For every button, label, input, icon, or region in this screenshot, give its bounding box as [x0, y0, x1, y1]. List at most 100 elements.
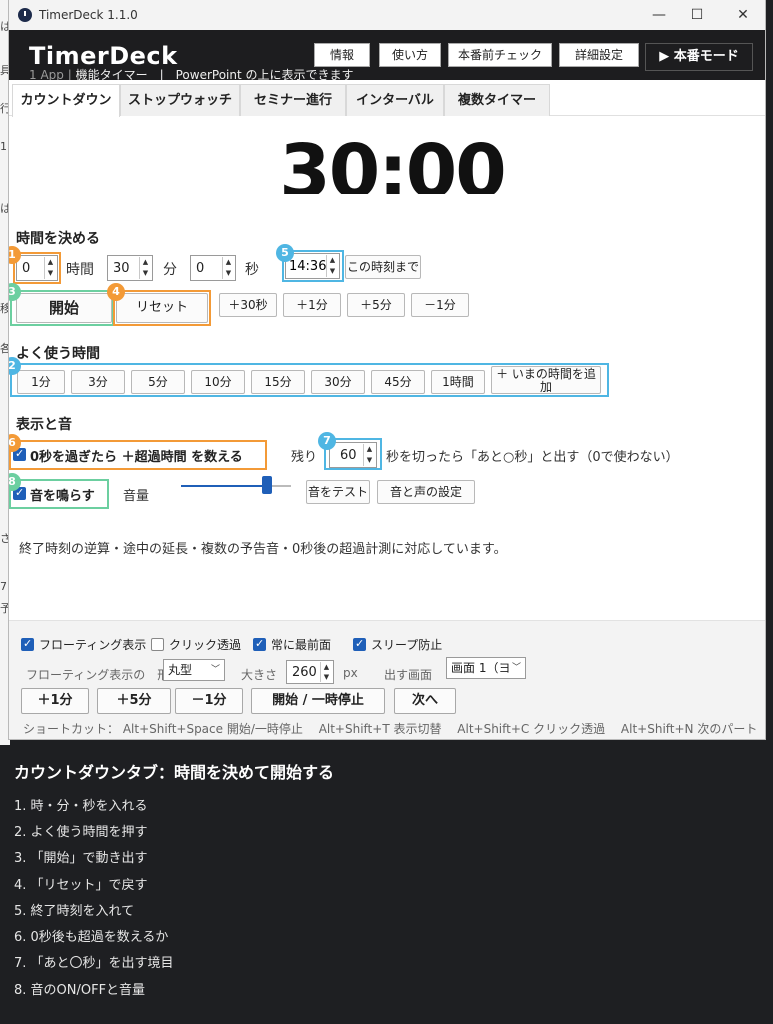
- spinner-arrows-icon[interactable]: ▲ ▼: [326, 255, 338, 277]
- preset-3min-button[interactable]: 3分: [71, 370, 125, 394]
- caption-item: 5. 終了時刻を入れて: [14, 904, 135, 919]
- hours-label: 時間: [66, 262, 94, 278]
- until-time-button[interactable]: この時刻まで: [345, 255, 421, 279]
- preset-45min-button[interactable]: 45分: [371, 370, 425, 394]
- screen-select[interactable]: 画面 1（ヨ ﹀: [446, 657, 526, 679]
- minus-1min-button[interactable]: －1分: [411, 293, 469, 317]
- floating-add-5min-button[interactable]: ＋5分: [97, 688, 171, 714]
- preset-1min-button[interactable]: 1分: [17, 370, 65, 394]
- spinner-arrows-icon[interactable]: ▲ ▼: [320, 662, 332, 682]
- tab-seminar[interactable]: セミナー進行: [240, 84, 346, 116]
- shortcut-hints: ショートカット： Alt+Shift+Space 開始/一時停止 Alt+Shi…: [23, 722, 758, 736]
- floating-checkbox[interactable]: [21, 637, 34, 651]
- click-through-checkbox[interactable]: [151, 638, 164, 651]
- seconds-input[interactable]: 0 ▲ ▼: [190, 255, 236, 281]
- volume-slider-track[interactable]: [181, 485, 291, 487]
- start-pause-button[interactable]: 開始 / 一時停止: [251, 688, 385, 714]
- remaining-description: 秒を切ったら「あと○秒」と出す（0で使わない）: [386, 450, 679, 465]
- floating-add-1min-button[interactable]: ＋1分: [21, 688, 89, 714]
- add-current-time-button[interactable]: ＋ いまの時間を追加: [491, 366, 601, 394]
- shape-label: フローティング表示の 形: [26, 668, 170, 682]
- chevron-down-icon: ﹀: [210, 665, 220, 675]
- screen-label: 出す画面: [384, 668, 433, 682]
- sound-settings-button[interactable]: 音と声の設定: [377, 480, 475, 504]
- volume-slider-thumb[interactable]: [261, 476, 272, 494]
- minutes-value: 30: [113, 261, 130, 276]
- seconds-value: 0: [196, 261, 205, 276]
- caption-item: 6. 0秒後も超過を数えるか: [14, 930, 169, 945]
- minimize-button[interactable]: —: [639, 4, 679, 26]
- presets-heading: よく使う時間: [16, 346, 100, 362]
- remaining-label: 残り: [291, 450, 318, 465]
- add-1min-button[interactable]: ＋1分: [283, 293, 341, 317]
- settings-button[interactable]: 詳細設定: [559, 43, 639, 67]
- callout-badge-4: 4: [107, 283, 125, 301]
- preset-5min-button[interactable]: 5分: [131, 370, 185, 394]
- add-5min-button[interactable]: ＋5分: [347, 293, 405, 317]
- always-on-top-checkbox[interactable]: [253, 637, 266, 651]
- volume-label: 音量: [123, 489, 150, 504]
- preset-30min-button[interactable]: 30分: [311, 370, 365, 394]
- live-mode-button[interactable]: ▶ 本番モード: [645, 43, 753, 71]
- hours-input[interactable]: 0 ▲ ▼: [16, 255, 58, 281]
- callout-badge-7: 7: [318, 432, 336, 450]
- app-window: TimerDeck 1.1.0 — ☐ ✕ TimerDeck 1 App | …: [8, 0, 766, 740]
- prevent-sleep-checkbox[interactable]: [353, 637, 366, 651]
- size-value: 260: [292, 665, 317, 680]
- window-title: TimerDeck 1.1.0: [39, 8, 138, 22]
- caption-panel: カウントダウンタブ：時間を決めて開始する 1. 時・分・秒を入れる 2. よく使…: [0, 745, 773, 1024]
- caption-item: 8. 音のON/OFFと音量: [14, 983, 146, 998]
- title-bar: TimerDeck 1.1.0 — ☐ ✕: [9, 0, 765, 30]
- spinner-arrows-icon[interactable]: ▲ ▼: [139, 257, 151, 279]
- reset-button[interactable]: リセット: [116, 293, 208, 323]
- size-label: 大きさ: [241, 668, 278, 682]
- howto-button[interactable]: 使い方: [379, 43, 441, 67]
- minutes-label: 分: [163, 262, 177, 278]
- preset-15min-button[interactable]: 15分: [251, 370, 305, 394]
- maximize-button[interactable]: ☐: [677, 4, 717, 26]
- remaining-value: 60: [340, 448, 357, 463]
- spinner-arrows-icon[interactable]: ▲ ▼: [44, 257, 56, 279]
- tab-interval[interactable]: インターバル: [346, 84, 444, 116]
- minutes-input[interactable]: 30 ▲ ▼: [107, 255, 153, 281]
- always-on-top-label: 常に最前面: [271, 638, 332, 652]
- tab-multi-timer[interactable]: 複数タイマー: [444, 84, 550, 116]
- screen-value: 画面 1（ヨ: [451, 661, 511, 675]
- click-through-label: クリック透過: [169, 638, 242, 652]
- tab-stopwatch[interactable]: ストップウォッチ: [120, 84, 240, 116]
- shape-select[interactable]: 丸型 ﹀: [163, 659, 225, 681]
- caption-item: 3. 「開始」で動き出す: [14, 851, 148, 866]
- precheck-button[interactable]: 本番前チェック: [448, 43, 552, 67]
- close-button[interactable]: ✕: [723, 4, 763, 26]
- floating-settings-panel: フローティング表示 クリック透過 常に最前面 スリープ防止 フローティング表示の…: [9, 620, 765, 739]
- size-input[interactable]: 260 ▲ ▼: [286, 660, 334, 684]
- timer-display: 30:00: [279, 130, 507, 194]
- sound-label: 音を鳴らす: [30, 489, 95, 504]
- caption-item: 7. 「あと〇秒」を出す境目: [14, 956, 174, 971]
- volume-slider-fill: [181, 485, 267, 487]
- end-time-value: 14:36: [289, 259, 327, 274]
- prevent-sleep-label: スリープ防止: [371, 638, 443, 652]
- end-time-input[interactable]: 14:36 ▲ ▼: [285, 253, 340, 279]
- floating-minus-1min-button[interactable]: －1分: [175, 688, 243, 714]
- remaining-seconds-input[interactable]: 60 ▲ ▼: [329, 442, 377, 468]
- add-30s-button[interactable]: ＋30秒: [219, 293, 277, 317]
- spinner-arrows-icon[interactable]: ▲ ▼: [222, 257, 234, 279]
- test-sound-button[interactable]: 音をテスト: [306, 480, 370, 504]
- background-text: 7: [0, 580, 7, 593]
- tab-countdown[interactable]: カウントダウン: [12, 84, 120, 117]
- floating-label: フローティング表示: [39, 638, 147, 652]
- next-button[interactable]: 次へ: [394, 688, 456, 714]
- display-sound-heading: 表示と音: [16, 417, 72, 433]
- preset-10min-button[interactable]: 10分: [191, 370, 245, 394]
- spinner-arrows-icon[interactable]: ▲ ▼: [363, 444, 375, 466]
- tab-bar: カウントダウン ストップウォッチ セミナー進行 インターバル 複数タイマー: [9, 80, 765, 117]
- preset-1hour-button[interactable]: 1時間: [431, 370, 485, 394]
- caption-item: 4. 「リセット」で戻す: [14, 878, 148, 893]
- app-header: TimerDeck 1 App | 機能タイマー | PowerPoint の上…: [9, 30, 765, 82]
- shape-value: 丸型: [168, 663, 193, 677]
- feature-description: 終了時刻の逆算・途中の延長・複数の予告音・0秒後の超過計測に対応しています。: [19, 542, 507, 557]
- caption-item: 1. 時・分・秒を入れる: [14, 799, 148, 814]
- info-button[interactable]: 情報: [314, 43, 370, 67]
- start-button[interactable]: 開始: [16, 293, 112, 323]
